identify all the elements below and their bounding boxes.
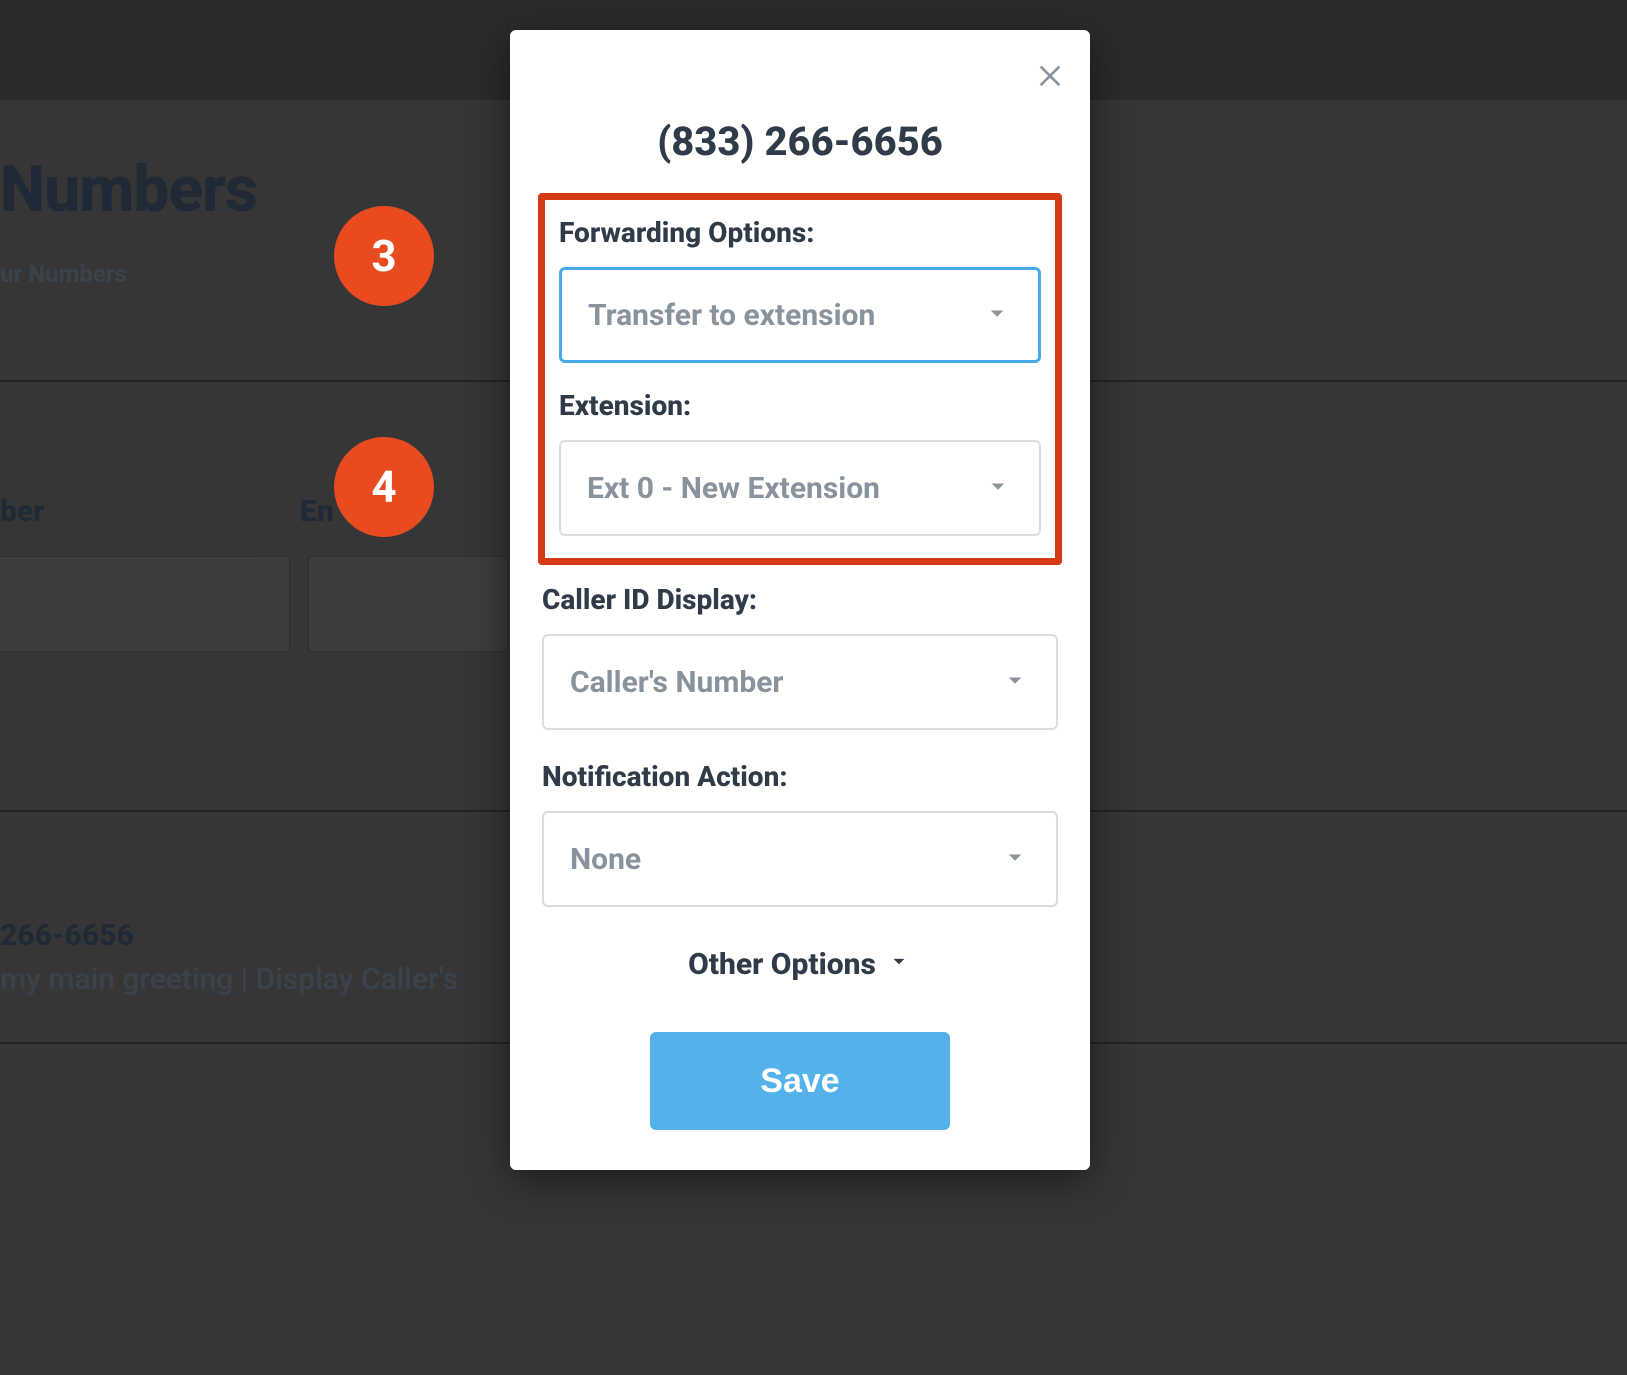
save-button[interactable]: Save [650,1032,950,1130]
forwarding-options-select[interactable]: Transfer to extension [559,267,1041,363]
notification-action-label: Notification Action: [542,760,1058,793]
bg-phone-description: my main greeting | Display Caller's [0,962,458,997]
notification-action-value: None [570,842,1000,877]
bg-input-field [308,556,508,652]
bg-input-field [0,556,290,652]
modal-title: (833) 266-6656 [538,118,1062,165]
close-icon [1034,75,1066,94]
chevron-down-icon [983,471,1013,505]
extension-value: Ext 0 - New Extension [587,471,983,506]
step-marker-4: 4 [334,437,434,537]
close-button[interactable] [1034,58,1066,94]
highlighted-section: Forwarding Options: Transfer to extensio… [538,193,1062,565]
bg-column-header-fragment: En [300,494,334,529]
bg-page-title: Numbers [0,152,257,227]
caller-id-value: Caller's Number [570,665,1000,700]
bg-breadcrumb: ur Numbers [0,260,127,288]
chevron-down-icon [886,947,912,982]
caller-id-select[interactable]: Caller's Number [542,634,1058,730]
chevron-down-icon [982,298,1012,332]
step-marker-3: 3 [334,206,434,306]
chevron-down-icon [1000,665,1030,699]
extension-select[interactable]: Ext 0 - New Extension [559,440,1041,536]
extension-label: Extension: [559,389,1041,422]
caller-id-label: Caller ID Display: [542,583,1058,616]
bg-column-header-fragment: ber [0,494,44,529]
number-settings-modal: (833) 266-6656 Forwarding Options: Trans… [510,30,1090,1170]
other-options-label: Other Options [688,947,876,982]
forwarding-options-value: Transfer to extension [588,298,982,333]
chevron-down-icon [1000,842,1030,876]
notification-action-select[interactable]: None [542,811,1058,907]
bg-phone-number: 266-6656 [0,918,134,953]
other-options-toggle[interactable]: Other Options [538,947,1062,982]
forwarding-options-label: Forwarding Options: [559,216,1041,249]
